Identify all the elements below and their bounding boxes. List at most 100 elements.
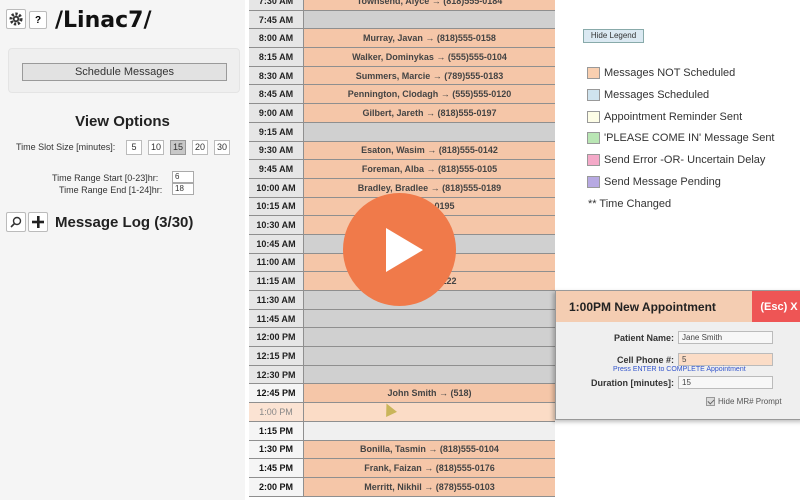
appointment-cell[interactable]: Frank, Faizan → (818)555-0176 bbox=[304, 459, 555, 477]
schedule-row[interactable]: 8:45 AM Pennington, Clodagh → (555)555-01… bbox=[249, 85, 555, 105]
legend-swatch bbox=[587, 154, 600, 167]
appointment-cell[interactable]: Foreman, Alba → (818)555-0105 bbox=[304, 160, 555, 178]
appointment-cell[interactable]: Pennington, Clodagh → (555)555-0120 bbox=[304, 85, 555, 104]
legend-label: Send Message Pending bbox=[604, 176, 721, 188]
time-slot-5[interactable]: 5 bbox=[126, 140, 142, 155]
appointment-cell[interactable]: Esaton, Wasim → (818)555-0142 bbox=[304, 141, 555, 160]
range-end-label: Time Range End [1-24]hr: bbox=[59, 185, 163, 195]
appointment-cell[interactable]: Merritt, Nikhil → (878)555-0103 bbox=[304, 477, 555, 496]
schedule-messages-button[interactable]: Schedule Messages bbox=[22, 63, 227, 81]
schedule-row[interactable]: 12:00 PM bbox=[249, 328, 555, 348]
schedule-row[interactable]: 8:30 AM Summers, Marcie → (789)555-0183 bbox=[249, 66, 555, 86]
appointment-cell[interactable] bbox=[304, 309, 555, 328]
range-start-label: Time Range Start [0-23]hr: bbox=[52, 173, 159, 183]
appointment-cell[interactable]: Summers, Marcie → (789)555-0183 bbox=[304, 66, 555, 85]
appointment-cell[interactable]: Bradley, Bradlee → (818)555-0189 bbox=[304, 178, 555, 197]
legend-item: Messages Scheduled bbox=[587, 88, 710, 101]
schedule-row[interactable]: 2:00 PM Merritt, Nikhil → (878)555-0103 bbox=[249, 477, 555, 497]
message-log-title: Message Log (3/30) bbox=[55, 214, 194, 231]
app-title: /Linac7/ bbox=[55, 8, 152, 33]
settings-button[interactable] bbox=[6, 9, 26, 29]
range-start-input[interactable]: 6 bbox=[172, 171, 194, 183]
schedule-row[interactable]: 8:15 AM Walker, Dominykas → (555)555-0104 bbox=[249, 48, 555, 67]
schedule-row[interactable]: 1:00 PM bbox=[249, 403, 555, 422]
video-play-button[interactable] bbox=[343, 193, 456, 306]
schedule-row[interactable]: 12:15 PM bbox=[249, 347, 555, 366]
appointment-cell[interactable] bbox=[304, 328, 555, 347]
appointment-cell[interactable]: Gilbert, Jareth → (818)555-0197 bbox=[304, 104, 555, 122]
time-slot-label: 8:45 AM bbox=[249, 85, 304, 104]
schedule-row[interactable]: 9:45 AM Foreman, Alba → (818)555-0105 bbox=[249, 160, 555, 179]
legend-label: Messages Scheduled bbox=[604, 88, 710, 101]
appointment-cell[interactable] bbox=[304, 10, 555, 29]
legend-time-changed-note: ** Time Changed bbox=[588, 198, 672, 210]
legend-item: Send Error -OR- Uncertain Delay bbox=[587, 154, 765, 167]
complete-hint: Press ENTER to COMPLETE Appointment bbox=[613, 366, 746, 373]
appointment-cell[interactable]: Murray, Javan → (818)555-0158 bbox=[304, 29, 555, 48]
appointment-cell[interactable]: Walker, Dominykas → (555)555-0104 bbox=[304, 48, 555, 66]
schedule-row[interactable]: 9:30 AM Esaton, Wasim → (818)555-0142 bbox=[249, 141, 555, 161]
schedule-row[interactable]: 7:30 AM Townsend, Alyce → (818)555-0184 bbox=[249, 0, 555, 11]
search-log-button[interactable] bbox=[6, 212, 26, 232]
schedule-row[interactable]: 1:15 PM bbox=[249, 421, 555, 441]
time-slot-15[interactable]: 15 bbox=[170, 140, 186, 155]
time-slot-label: 12:00 PM bbox=[249, 328, 304, 347]
time-slot-label: 11:15 AM bbox=[249, 272, 304, 290]
time-slot-label: 9:15 AM bbox=[249, 122, 304, 141]
appointment-cell[interactable] bbox=[304, 403, 555, 421]
schedule-row[interactable]: 9:15 AM bbox=[249, 122, 555, 142]
appointment-cell[interactable] bbox=[304, 347, 555, 365]
hide-mr-prompt-checkbox[interactable]: Hide MR# Prompt bbox=[706, 397, 782, 406]
duration-input[interactable]: 15 bbox=[678, 376, 773, 389]
time-slot-label: Time Slot Size [minutes]: bbox=[16, 142, 116, 152]
legend-item: Send Message Pending bbox=[587, 176, 721, 188]
plus-icon bbox=[32, 216, 44, 228]
appointment-cell[interactable] bbox=[304, 421, 555, 440]
legend-label: Appointment Reminder Sent bbox=[604, 110, 743, 123]
add-log-button[interactable] bbox=[28, 212, 48, 232]
legend-swatch bbox=[587, 88, 600, 101]
hide-legend-button[interactable]: Hide Legend bbox=[583, 29, 644, 43]
play-icon bbox=[386, 227, 423, 272]
search-icon bbox=[10, 216, 22, 228]
cell-phone-input[interactable]: 5 bbox=[678, 353, 773, 366]
patient-name-input[interactable]: Jane Smith bbox=[678, 331, 773, 344]
patient-name-label: Patient Name: bbox=[613, 333, 674, 343]
time-slot-20[interactable]: 20 bbox=[192, 140, 208, 155]
gear-icon bbox=[9, 12, 23, 26]
time-slot-label: 1:00 PM bbox=[249, 403, 304, 421]
dialog-header: 1:00PM New Appointment (Esc) X bbox=[556, 291, 800, 322]
range-end-input[interactable]: 18 bbox=[172, 183, 194, 195]
hide-mr-prompt-label: Hide MR# Prompt bbox=[718, 397, 782, 406]
time-slot-label: 11:00 AM bbox=[249, 253, 304, 272]
new-appointment-dialog: 1:00PM New Appointment (Esc) X Patient N… bbox=[555, 290, 800, 420]
schedule-row[interactable]: 12:30 PM bbox=[249, 365, 555, 385]
time-slot-label: 12:15 PM bbox=[249, 347, 304, 365]
appointment-cell[interactable] bbox=[304, 365, 555, 384]
appointment-cell[interactable]: Bonilla, Tasmin → (818)555-0104 bbox=[304, 440, 555, 459]
schedule-row[interactable]: 12:45 PM John Smith → (518) bbox=[249, 384, 555, 404]
dialog-close-button[interactable]: (Esc) X bbox=[752, 291, 800, 322]
time-slot-label: 8:15 AM bbox=[249, 48, 304, 66]
time-slot-label: 12:30 PM bbox=[249, 365, 304, 384]
schedule-row[interactable]: 1:30 PM Bonilla, Tasmin → (818)555-0104 bbox=[249, 440, 555, 460]
time-slot-label: 12:45 PM bbox=[249, 384, 304, 403]
help-button[interactable]: ? bbox=[29, 11, 47, 29]
time-slot-label: 10:30 AM bbox=[249, 216, 304, 234]
appointment-cell[interactable]: John Smith → (518) bbox=[304, 384, 555, 403]
time-slot-label: 10:00 AM bbox=[249, 178, 304, 197]
time-slot-10[interactable]: 10 bbox=[148, 140, 164, 155]
legend-swatch bbox=[587, 176, 600, 188]
time-slot-label: 1:15 PM bbox=[249, 421, 304, 440]
appointment-cell[interactable] bbox=[304, 122, 555, 141]
legend-item: 'PLEASE COME IN' Message Sent bbox=[587, 132, 775, 145]
schedule-row[interactable]: 11:45 AM bbox=[249, 309, 555, 329]
time-slot-label: 8:30 AM bbox=[249, 66, 304, 85]
schedule-row[interactable]: 7:45 AM bbox=[249, 10, 555, 30]
appointment-cell[interactable]: Townsend, Alyce → (818)555-0184 bbox=[304, 0, 555, 10]
schedule-row[interactable]: 9:00 AM Gilbert, Jareth → (818)555-0197 bbox=[249, 104, 555, 123]
legend-item: Appointment Reminder Sent bbox=[587, 110, 743, 123]
schedule-row[interactable]: 8:00 AM Murray, Javan → (818)555-0158 bbox=[249, 29, 555, 49]
time-slot-30[interactable]: 30 bbox=[214, 140, 230, 155]
schedule-row[interactable]: 1:45 PM Frank, Faizan → (818)555-0176 bbox=[249, 459, 555, 478]
